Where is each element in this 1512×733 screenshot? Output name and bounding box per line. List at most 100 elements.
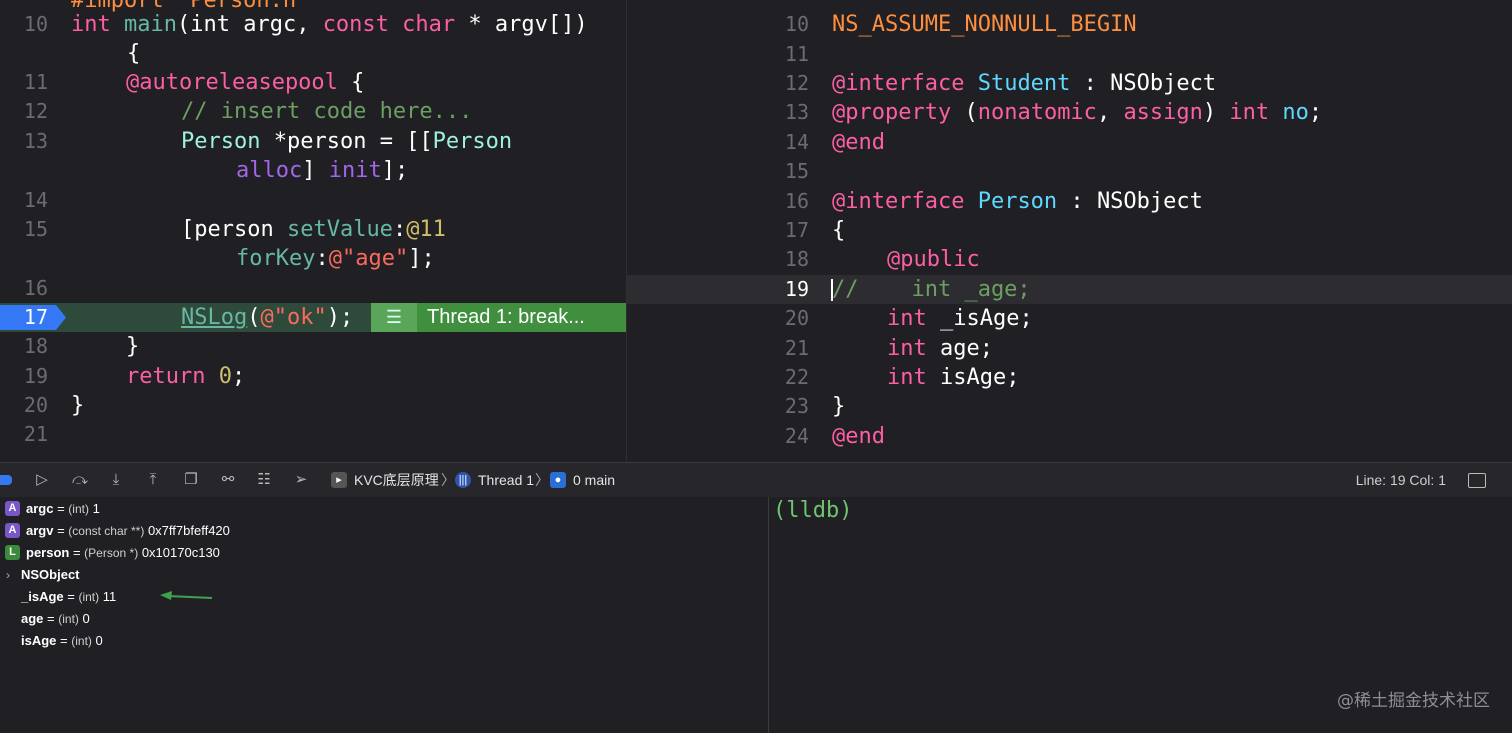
code-line: 22 int isAge; bbox=[627, 363, 1512, 392]
line-number: 22 bbox=[784, 365, 809, 389]
code-line: 15 bbox=[627, 157, 1512, 186]
code-text: return 0; bbox=[126, 364, 246, 389]
code-line: 20 int _isAge; bbox=[627, 304, 1512, 333]
line-number: 23 bbox=[784, 394, 809, 418]
menu-lines-icon: ☰ bbox=[371, 303, 417, 332]
current-line: 19 // int _age; bbox=[627, 275, 1512, 304]
line-number: 15 bbox=[23, 217, 48, 241]
code-text: alloc] init]; bbox=[236, 158, 409, 183]
code-line: 21 bbox=[0, 420, 626, 449]
code-text: [person setValue:@11 bbox=[181, 217, 446, 242]
step-out-icon[interactable]: ⤒ bbox=[143, 471, 163, 489]
code-text: int main(int argc, const char * argv[]) bbox=[71, 12, 588, 37]
line-number: 16 bbox=[784, 189, 809, 213]
line-number: 17 bbox=[784, 218, 809, 242]
breadcrumb-project[interactable]: KVC底层原理 bbox=[354, 463, 439, 497]
line-number: 11 bbox=[23, 70, 48, 94]
code-text: @interface Student : NSObject bbox=[832, 71, 1217, 96]
code-line: 21 int age; bbox=[627, 334, 1512, 363]
code-text: @interface Person : NSObject bbox=[832, 189, 1203, 214]
line-number: 24 bbox=[784, 424, 809, 448]
code-line: 11 bbox=[627, 40, 1512, 69]
watermark: @稀土掘金技术社区 bbox=[1337, 691, 1490, 711]
view-hierarchy-icon[interactable]: ❐ bbox=[181, 471, 201, 489]
code-text: { bbox=[832, 218, 846, 243]
code-line: 13 Person *person = [[Person bbox=[0, 127, 626, 156]
code-line: 24 @end bbox=[627, 422, 1512, 451]
line-number: 10 bbox=[23, 12, 48, 36]
line-number: 18 bbox=[784, 247, 809, 271]
chevron-right-icon: 〉 bbox=[441, 472, 455, 488]
code-line: 14 bbox=[0, 186, 626, 215]
right-editor[interactable]: 10 NS_ASSUME_NONNULL_BEGIN 11 12 @interf… bbox=[627, 0, 1512, 462]
code-text: { bbox=[127, 41, 141, 66]
code-line: 12 @interface Student : NSObject bbox=[627, 69, 1512, 98]
hide-panel-icon[interactable] bbox=[1468, 473, 1486, 488]
disclosure-chevron-icon[interactable]: › bbox=[6, 564, 10, 586]
line-number: 21 bbox=[23, 422, 48, 446]
line-number: 15 bbox=[784, 159, 809, 183]
code-text: @autoreleasepool { bbox=[126, 70, 365, 95]
code-line: { bbox=[0, 39, 626, 68]
code-line: 11 @autoreleasepool { bbox=[0, 68, 626, 97]
code-text: Person *person = [[Person bbox=[181, 129, 513, 154]
line-number: 13 bbox=[784, 100, 809, 124]
code-line: 23 } bbox=[627, 392, 1512, 421]
thread-icon: ||| bbox=[455, 472, 471, 488]
line-number: 21 bbox=[784, 336, 809, 360]
step-into-icon[interactable]: ⤓ bbox=[106, 471, 126, 489]
code-text: @end bbox=[832, 130, 885, 155]
lldb-prompt: (lldb) bbox=[773, 498, 853, 523]
step-over-icon[interactable]: ⤼ bbox=[70, 471, 90, 489]
user-frame-icon: ● bbox=[550, 472, 566, 488]
continue-icon[interactable]: ▷ bbox=[32, 471, 52, 489]
local-badge-icon: L bbox=[5, 545, 20, 560]
breakpoint-marker[interactable]: 17 bbox=[0, 305, 66, 330]
debug-bar: ▷ ⤼ ⤓ ⤒ ❐ ⚯ ☷ ➢ ▸ KVC底层原理 〉 ||| Thread 1… bbox=[0, 462, 1512, 498]
code-text: int isAge; bbox=[887, 365, 1020, 390]
code-text: NS_ASSUME_NONNULL_BEGIN bbox=[832, 12, 1137, 37]
code-line: forKey:@"age"]; bbox=[0, 244, 626, 273]
argument-badge-icon: A bbox=[5, 501, 20, 516]
memory-graph-icon[interactable]: ⚯ bbox=[218, 471, 238, 489]
code-line: alloc] init]; bbox=[0, 156, 626, 185]
breakpoint-line[interactable]: 17 NSLog(@"ok"); ☰ Thread 1: break... bbox=[0, 303, 626, 332]
code-line: 20 } bbox=[0, 391, 626, 420]
code-text: forKey:@"age"]; bbox=[236, 246, 435, 271]
line-col-indicator: Line: 19 Col: 1 bbox=[1355, 472, 1446, 488]
code-text: NSLog(@"ok"); bbox=[181, 305, 354, 330]
line-number: 20 bbox=[784, 306, 809, 330]
thread-breakpoint-badge[interactable]: ☰ Thread 1: break... bbox=[371, 303, 626, 332]
code-text: } bbox=[832, 394, 846, 419]
code-text: } bbox=[126, 334, 140, 359]
code-line: 16 bbox=[0, 274, 626, 303]
code-line: 12 // insert code here... bbox=[0, 97, 626, 126]
chevron-right-icon: 〉 bbox=[535, 472, 549, 488]
code-line: 17 { bbox=[627, 216, 1512, 245]
code-line: 10 int main(int argc, const char * argv[… bbox=[0, 10, 626, 39]
terminal-icon: ▸ bbox=[331, 472, 347, 488]
variables-view[interactable]: A argc = (int) 1 A argv = (const char **… bbox=[0, 497, 769, 733]
code-text: int age; bbox=[887, 336, 993, 361]
code-comment: // insert code here... bbox=[181, 99, 473, 124]
argument-badge-icon: A bbox=[5, 523, 20, 538]
code-line: 10 NS_ASSUME_NONNULL_BEGIN bbox=[627, 10, 1512, 39]
code-line: 15 [person setValue:@11 bbox=[0, 215, 626, 244]
code-text: @property (nonatomic, assign) int no; bbox=[832, 100, 1323, 125]
line-number: 18 bbox=[23, 334, 48, 358]
code-text: @end bbox=[832, 424, 885, 449]
breadcrumb-frame[interactable]: 0 main bbox=[573, 463, 615, 497]
breakpoints-toggle-icon[interactable] bbox=[0, 475, 12, 485]
line-number: 16 bbox=[23, 276, 48, 300]
left-editor[interactable]: #import "Person.h" 10 int main(int argc,… bbox=[0, 0, 627, 462]
code-comment: // int _age; bbox=[832, 277, 1031, 302]
code-line: 14 @end bbox=[627, 128, 1512, 157]
breadcrumb-thread[interactable]: Thread 1 bbox=[478, 463, 534, 497]
line-number: 19 bbox=[23, 364, 48, 388]
code-line: 18 } bbox=[0, 332, 626, 361]
code-line: 18 @public bbox=[627, 245, 1512, 274]
line-number: 14 bbox=[784, 130, 809, 154]
line-number: 19 bbox=[784, 277, 809, 301]
environment-overrides-icon[interactable]: ☷ bbox=[254, 471, 274, 489]
simulate-location-icon[interactable]: ➢ bbox=[291, 471, 311, 489]
